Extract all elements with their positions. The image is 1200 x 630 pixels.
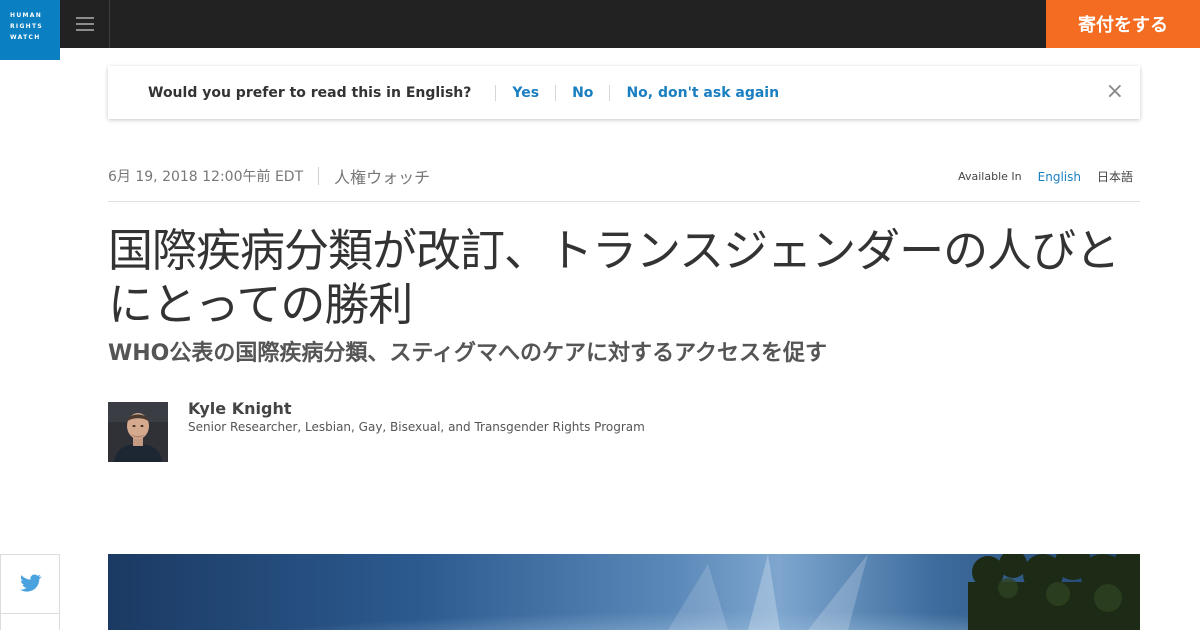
sky-photo-icon [108, 554, 1140, 630]
menu-line-icon [76, 23, 94, 25]
author-portrait-icon [108, 402, 168, 462]
donate-button[interactable]: 寄付をする [1046, 0, 1200, 48]
logo-text-line: HUMAN [10, 12, 43, 19]
publish-date: 6月 19, 2018 12:00午前 EDT [108, 169, 304, 185]
available-in-label: Available In [958, 170, 1022, 183]
twitter-share-button[interactable] [0, 554, 60, 614]
logo-text-line: WATCH [10, 34, 41, 41]
author-role: Senior Researcher, Lesbian, Gay, Bisexua… [188, 420, 645, 434]
article-source: 人権ウォッチ [334, 168, 431, 187]
language-preference-banner: Would you prefer to read this in English… [108, 66, 1140, 119]
hero-image [108, 554, 1140, 630]
author-avatar[interactable] [108, 402, 168, 462]
hamburger-menu-button[interactable] [60, 0, 110, 48]
article-meta: 6月 19, 2018 12:00午前 EDT 人権ウォッチ [108, 164, 430, 188]
close-icon[interactable]: × [1106, 80, 1124, 104]
twitter-bird-icon [20, 574, 42, 592]
language-question: Would you prefer to read this in English… [148, 84, 472, 101]
language-link-english[interactable]: English [1038, 170, 1081, 184]
logo-text-line: RIGHTS [10, 23, 44, 30]
available-languages: Available In English 日本語 [958, 168, 1133, 185]
article-title: 国際疾病分類が改訂、トランスジェンダーの人びとにとっての勝利 [108, 224, 1120, 331]
language-yes-link[interactable]: Yes [495, 84, 555, 101]
language-no-link[interactable]: No [555, 84, 609, 101]
author-name[interactable]: Kyle Knight [188, 399, 291, 418]
share-button-secondary[interactable] [0, 613, 60, 630]
divider [108, 201, 1140, 202]
language-dont-ask-link[interactable]: No, don't ask again [609, 84, 795, 101]
top-navigation-bar: 寄付をする [0, 0, 1200, 48]
article-subtitle: WHO公表の国際疾病分類、スティグマへのケアに対するアクセスを促す [108, 341, 827, 366]
menu-line-icon [76, 29, 94, 31]
meta-divider [318, 167, 320, 185]
menu-line-icon [76, 17, 94, 19]
hrw-logo[interactable]: HUMAN RIGHTS WATCH [0, 0, 60, 60]
language-link-japanese[interactable]: 日本語 [1097, 168, 1133, 185]
